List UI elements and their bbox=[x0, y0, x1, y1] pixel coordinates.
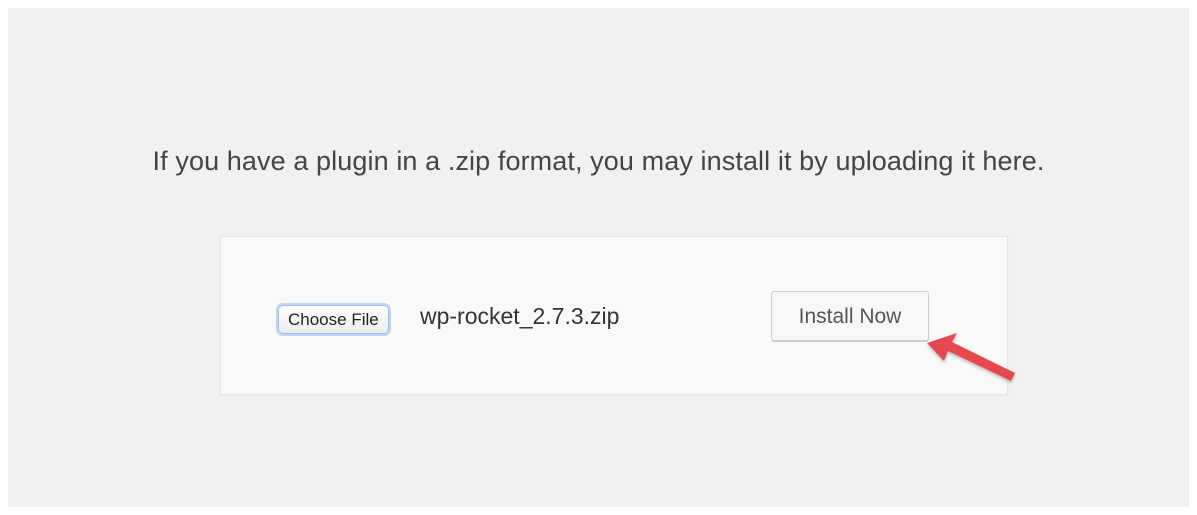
choose-file-button[interactable]: Choose File bbox=[278, 305, 389, 334]
upload-plugin-panel: If you have a plugin in a .zip format, y… bbox=[8, 8, 1189, 507]
upload-form: Choose File wp-rocket_2.7.3.zip Install … bbox=[220, 236, 1008, 395]
selected-file-name: wp-rocket_2.7.3.zip bbox=[420, 303, 620, 329]
install-now-button[interactable]: Install Now bbox=[771, 291, 929, 341]
upload-instructions: If you have a plugin in a .zip format, y… bbox=[152, 146, 1045, 176]
red-pointer-arrow-icon bbox=[927, 333, 1015, 381]
